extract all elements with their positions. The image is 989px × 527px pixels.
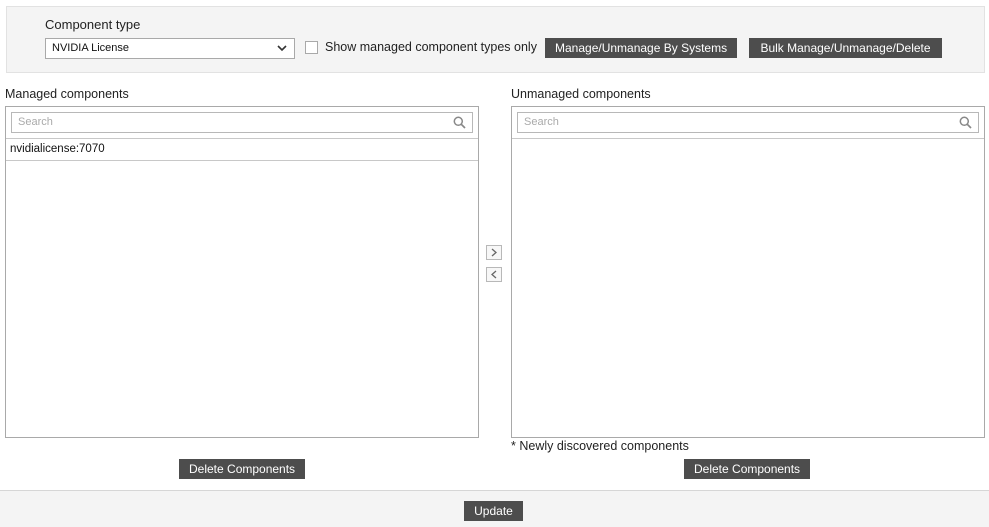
unmanaged-search-placeholder: Search [524,116,559,128]
search-icon[interactable] [959,116,972,129]
managed-search-placeholder: Search [18,116,53,128]
managed-components-title: Managed components [5,87,129,101]
show-managed-only-label: Show managed component types only [325,40,537,54]
newly-discovered-note: * Newly discovered components [511,439,689,453]
component-type-select[interactable]: NVIDIA License [45,38,295,59]
show-managed-only-checkbox[interactable] [305,40,318,54]
unmanaged-search-row: Search [512,107,984,139]
component-type-label: Component type [45,17,141,32]
move-left-button[interactable] [486,267,502,282]
search-icon[interactable] [453,116,466,129]
update-button[interactable]: Update [464,501,523,521]
delete-managed-components-button[interactable]: Delete Components [179,459,305,479]
show-managed-only-option[interactable]: Show managed component types only [305,40,537,54]
list-item[interactable]: nvidialicense:7070 [6,139,478,161]
chevron-down-icon [277,45,287,52]
component-type-panel: Component type NVIDIA License Show manag… [6,6,985,73]
managed-components-list: Search nvidialicense:7070 [5,106,479,438]
footer-bar: Update [0,490,989,527]
unmanaged-components-title: Unmanaged components [511,87,651,101]
managed-search-input[interactable]: Search [11,112,473,133]
delete-unmanaged-components-button[interactable]: Delete Components [684,459,810,479]
chevron-right-icon [491,248,497,257]
component-type-value: NVIDIA License [52,42,130,54]
unmanaged-search-input[interactable]: Search [517,112,979,133]
unmanaged-components-list: Search [511,106,985,438]
bulk-manage-button[interactable]: Bulk Manage/Unmanage/Delete [749,38,942,58]
manage-by-systems-button[interactable]: Manage/Unmanage By Systems [545,38,737,58]
move-right-button[interactable] [486,245,502,260]
managed-search-row: Search [6,107,478,139]
chevron-left-icon [491,270,497,279]
